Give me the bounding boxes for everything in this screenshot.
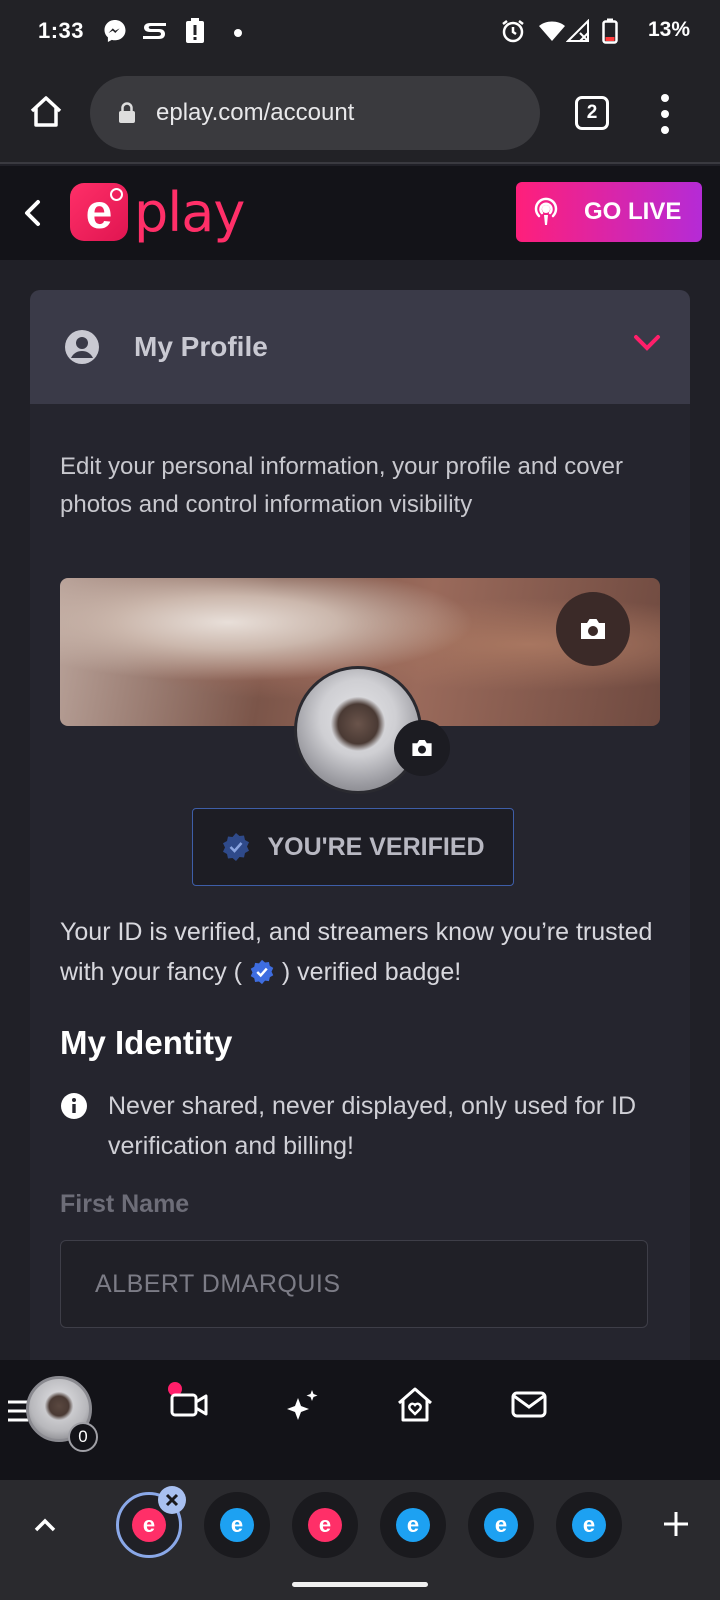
wifi-icon — [538, 18, 566, 44]
my-identity-heading: My Identity — [60, 1024, 233, 1061]
browser-tab[interactable]: e — [292, 1492, 358, 1558]
main-content: My Profile Edit your personal informatio… — [0, 260, 720, 1490]
battery-percent: 13% — [647, 18, 690, 41]
browser-tab-strip: eeeeee — [0, 1480, 720, 1570]
logo-wordmark: play — [134, 180, 245, 244]
browser-tab[interactable]: e — [468, 1492, 534, 1558]
gesture-bar — [0, 1570, 720, 1600]
profile-description: Edit your personal information, your pro… — [60, 453, 623, 518]
browser-tab[interactable]: e — [556, 1492, 622, 1558]
identity-info-text: Never shared, never displayed, only used… — [108, 1092, 637, 1160]
verified-badge-icon — [221, 832, 251, 862]
url-text: eplay.com/account — [156, 99, 355, 126]
mail-icon[interactable] — [508, 1384, 550, 1426]
browser-tab[interactable]: e — [380, 1492, 446, 1558]
identity-info: Never shared, never displayed, only used… — [60, 1086, 660, 1166]
change-profile-photo-button[interactable] — [394, 720, 450, 776]
eplay-favicon-icon: e — [572, 1508, 606, 1542]
back-button[interactable] — [18, 196, 48, 230]
s-app-icon — [140, 18, 170, 44]
eplay-logo[interactable]: e play — [70, 180, 245, 244]
browser-toolbar: eplay.com/account 2 — [0, 64, 720, 164]
gesture-handle[interactable] — [292, 1582, 428, 1587]
sparkles-icon[interactable] — [282, 1384, 324, 1426]
verified-status-button[interactable]: YOU'RE VERIFIED — [192, 808, 514, 886]
eplay-favicon-icon: e — [132, 1508, 166, 1542]
new-tab-icon[interactable] — [660, 1508, 692, 1540]
logo-badge: e — [70, 183, 128, 241]
go-live-button[interactable]: GO LIVE — [516, 182, 702, 242]
menu-dot — [661, 126, 669, 134]
verified-label: YOU'RE VERIFIED — [267, 832, 485, 861]
home-button[interactable] — [26, 92, 66, 132]
home-icon — [30, 96, 62, 127]
video-camera-icon[interactable] — [168, 1384, 210, 1426]
home-heart-icon[interactable] — [394, 1384, 436, 1426]
notification-dot — [234, 29, 242, 37]
eplay-favicon-icon: e — [396, 1508, 430, 1542]
verification-note: Your ID is verified, and streamers know … — [60, 912, 660, 992]
info-icon — [60, 1092, 88, 1120]
verification-note-end: ) verified badge! — [274, 958, 462, 986]
chevron-left-icon — [25, 200, 40, 226]
change-cover-photo-button[interactable] — [556, 592, 630, 666]
go-live-label: GO LIVE — [584, 198, 682, 225]
account-circle-icon — [64, 329, 100, 365]
notification-count-badge: 0 — [68, 1422, 98, 1452]
alarm-icon — [500, 18, 526, 44]
camera-icon — [412, 740, 432, 756]
eplay-favicon-icon: e — [484, 1508, 518, 1542]
status-time: 1:33 — [38, 18, 85, 43]
battery-icon — [600, 18, 620, 44]
first-name-value: ALBERT DMARQUIS — [95, 1269, 341, 1298]
my-profile-title: My Profile — [134, 331, 268, 362]
close-tab-icon[interactable] — [158, 1486, 186, 1514]
chevron-down-icon[interactable] — [632, 332, 662, 354]
camera-icon — [581, 619, 605, 639]
my-profile-header[interactable]: My Profile — [30, 290, 690, 404]
tab-switcher-button[interactable]: 2 — [575, 96, 609, 130]
menu-dot — [661, 110, 669, 118]
signal-icon — [566, 18, 592, 44]
browser-tab[interactable]: e — [204, 1492, 270, 1558]
url-bar[interactable]: eplay.com/account — [90, 76, 540, 150]
menu-dot — [661, 94, 669, 102]
chevron-up-icon[interactable] — [30, 1510, 60, 1540]
verified-badge-icon — [249, 957, 275, 985]
lock-icon — [118, 102, 136, 124]
first-name-label: First Name — [60, 1190, 190, 1218]
broadcast-icon — [530, 196, 562, 228]
battery-alert-icon — [182, 18, 208, 44]
messenger-icon — [102, 18, 128, 44]
status-bar: 1:33 13% — [0, 0, 720, 64]
eplay-favicon-icon: e — [308, 1508, 342, 1542]
first-name-field[interactable]: ALBERT DMARQUIS — [60, 1240, 648, 1328]
app-header: e play GO LIVE — [0, 166, 720, 260]
eplay-favicon-icon: e — [220, 1508, 254, 1542]
my-profile-card: My Profile Edit your personal informatio… — [30, 290, 690, 1490]
browser-menu-button[interactable] — [657, 94, 673, 134]
bottom-navigation: 0 — [0, 1360, 720, 1480]
